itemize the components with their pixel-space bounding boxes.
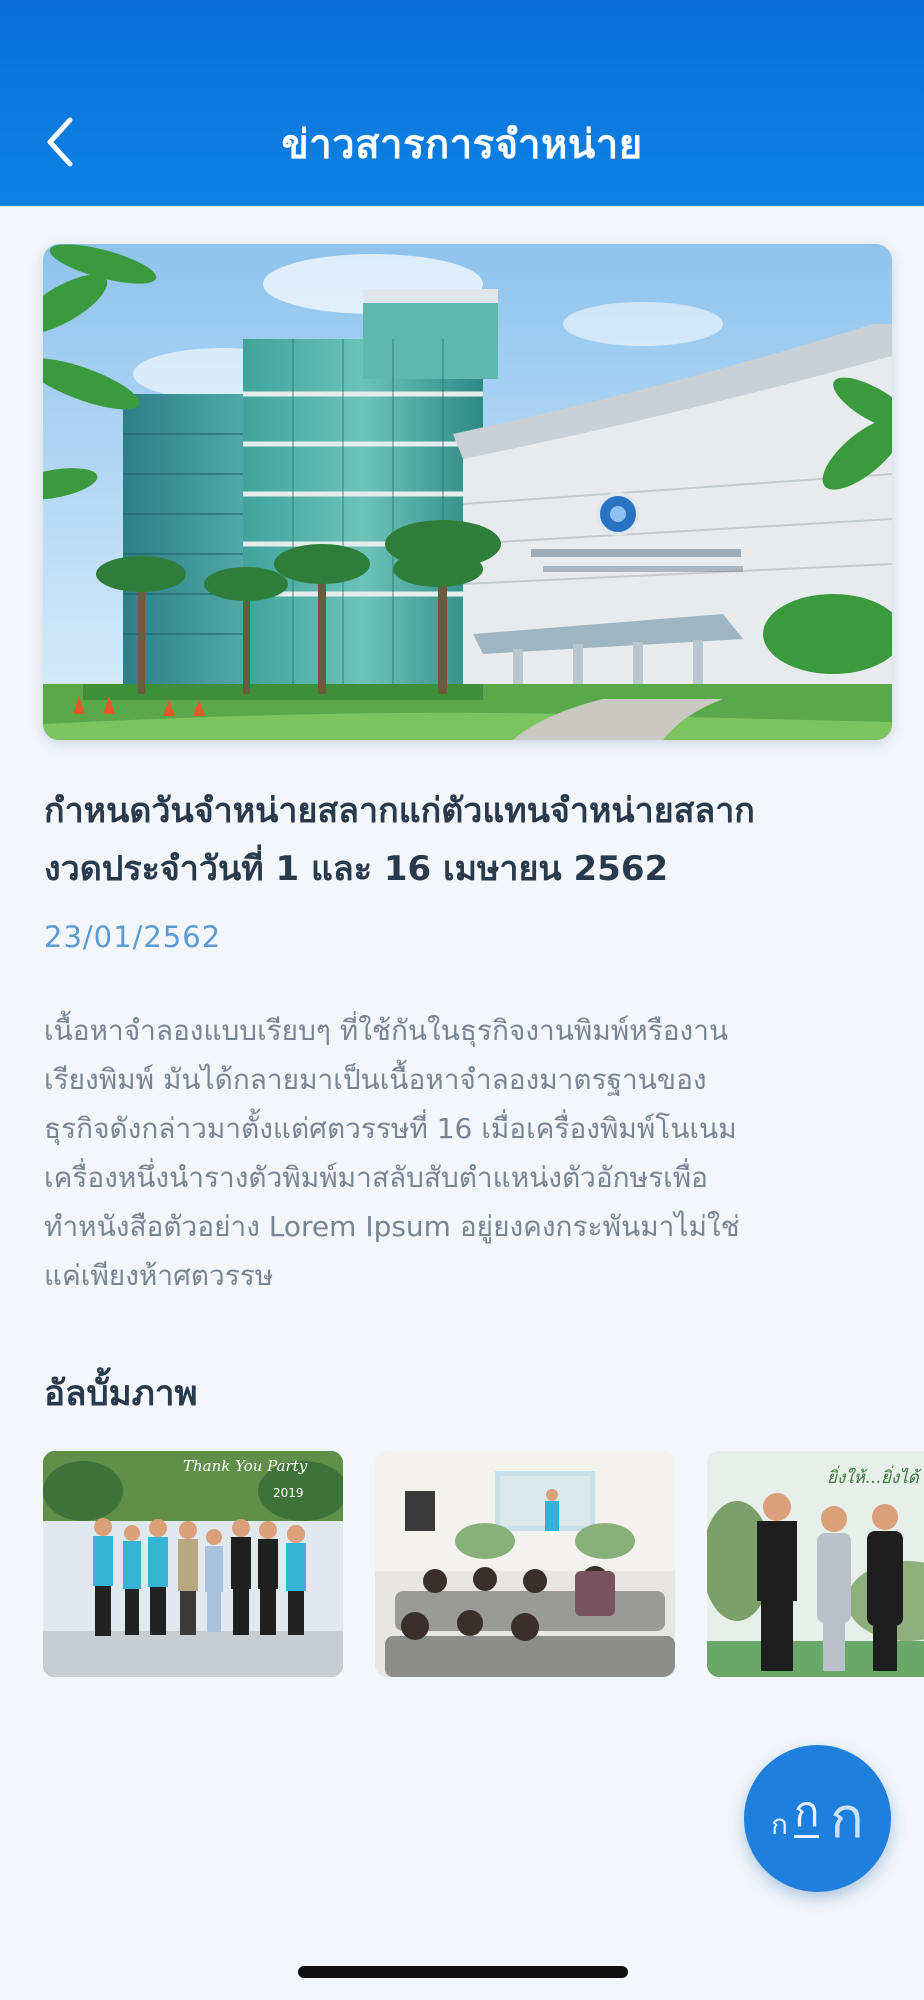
article-body-line: เนื้อหาจำลองแบบเรียบๆ ที่ใช้กันในธุรกิจง…: [44, 1014, 729, 1047]
font-size-icon-large: ก: [830, 1786, 864, 1851]
article-body-line: เรียงพิมพ์ มันได้กลายมาเป็นเนื้อหาจำลองม…: [44, 1063, 707, 1096]
album-photo-3[interactable]: ยิ่งให้...ยิ่งได้: [707, 1451, 924, 1677]
album-photo-banner-text: Thank You Party: [183, 1457, 308, 1475]
font-size-icon-medium: ก: [794, 1787, 820, 1838]
app-header: ข่าวสารการจำหน่าย: [0, 0, 924, 206]
album-photo-banner-year: 2019: [273, 1486, 304, 1500]
article-body-line: เครื่องหนึ่งนำรางตัวพิมพ์มาสลับสับตำแหน่…: [44, 1161, 708, 1194]
article-body-line: ทำหนังสือตัวอย่าง Lorem Ipsum อยู่ยงคงกร…: [44, 1210, 740, 1243]
album-carousel[interactable]: Thank You Party 2019 ยิ่งให้...ยิ่งได้: [43, 1451, 924, 1677]
font-size-button[interactable]: ก ก ก: [744, 1745, 891, 1892]
page-title: ข่าวสารการจำหน่าย: [281, 122, 643, 168]
album-photo-banner-text: ยิ่งให้...ยิ่งได้: [827, 1465, 922, 1488]
article-date: 23/01/2562: [44, 920, 222, 954]
article-title: กำหนดวันจำหน่ายสลากแก่ตัวแทนจำหน่ายสลาก …: [44, 782, 894, 898]
font-size-icon-small: ก: [771, 1808, 788, 1841]
hero-image: [43, 244, 892, 740]
article-body-line: แค่เพียงห้าศตวรรษ: [44, 1259, 274, 1292]
article-title-line-2: งวดประจำวันที่ 1 และ 16 เมษายน 2562: [44, 849, 669, 889]
home-indicator: [298, 1966, 628, 1978]
article-body-line: ธุรกิจดังกล่าวมาตั้งแต่ศตวรรษที่ 16 เมื่…: [44, 1112, 737, 1145]
album-heading: อัลบั้มภาพ: [44, 1374, 198, 1414]
album-photo-2[interactable]: [375, 1451, 675, 1677]
album-photo-1[interactable]: Thank You Party 2019: [43, 1451, 343, 1677]
article-body: เนื้อหาจำลองแบบเรียบๆ ที่ใช้กันในธุรกิจง…: [44, 1006, 894, 1300]
article-title-line-1: กำหนดวันจำหน่ายสลากแก่ตัวแทนจำหน่ายสลาก: [44, 791, 755, 831]
